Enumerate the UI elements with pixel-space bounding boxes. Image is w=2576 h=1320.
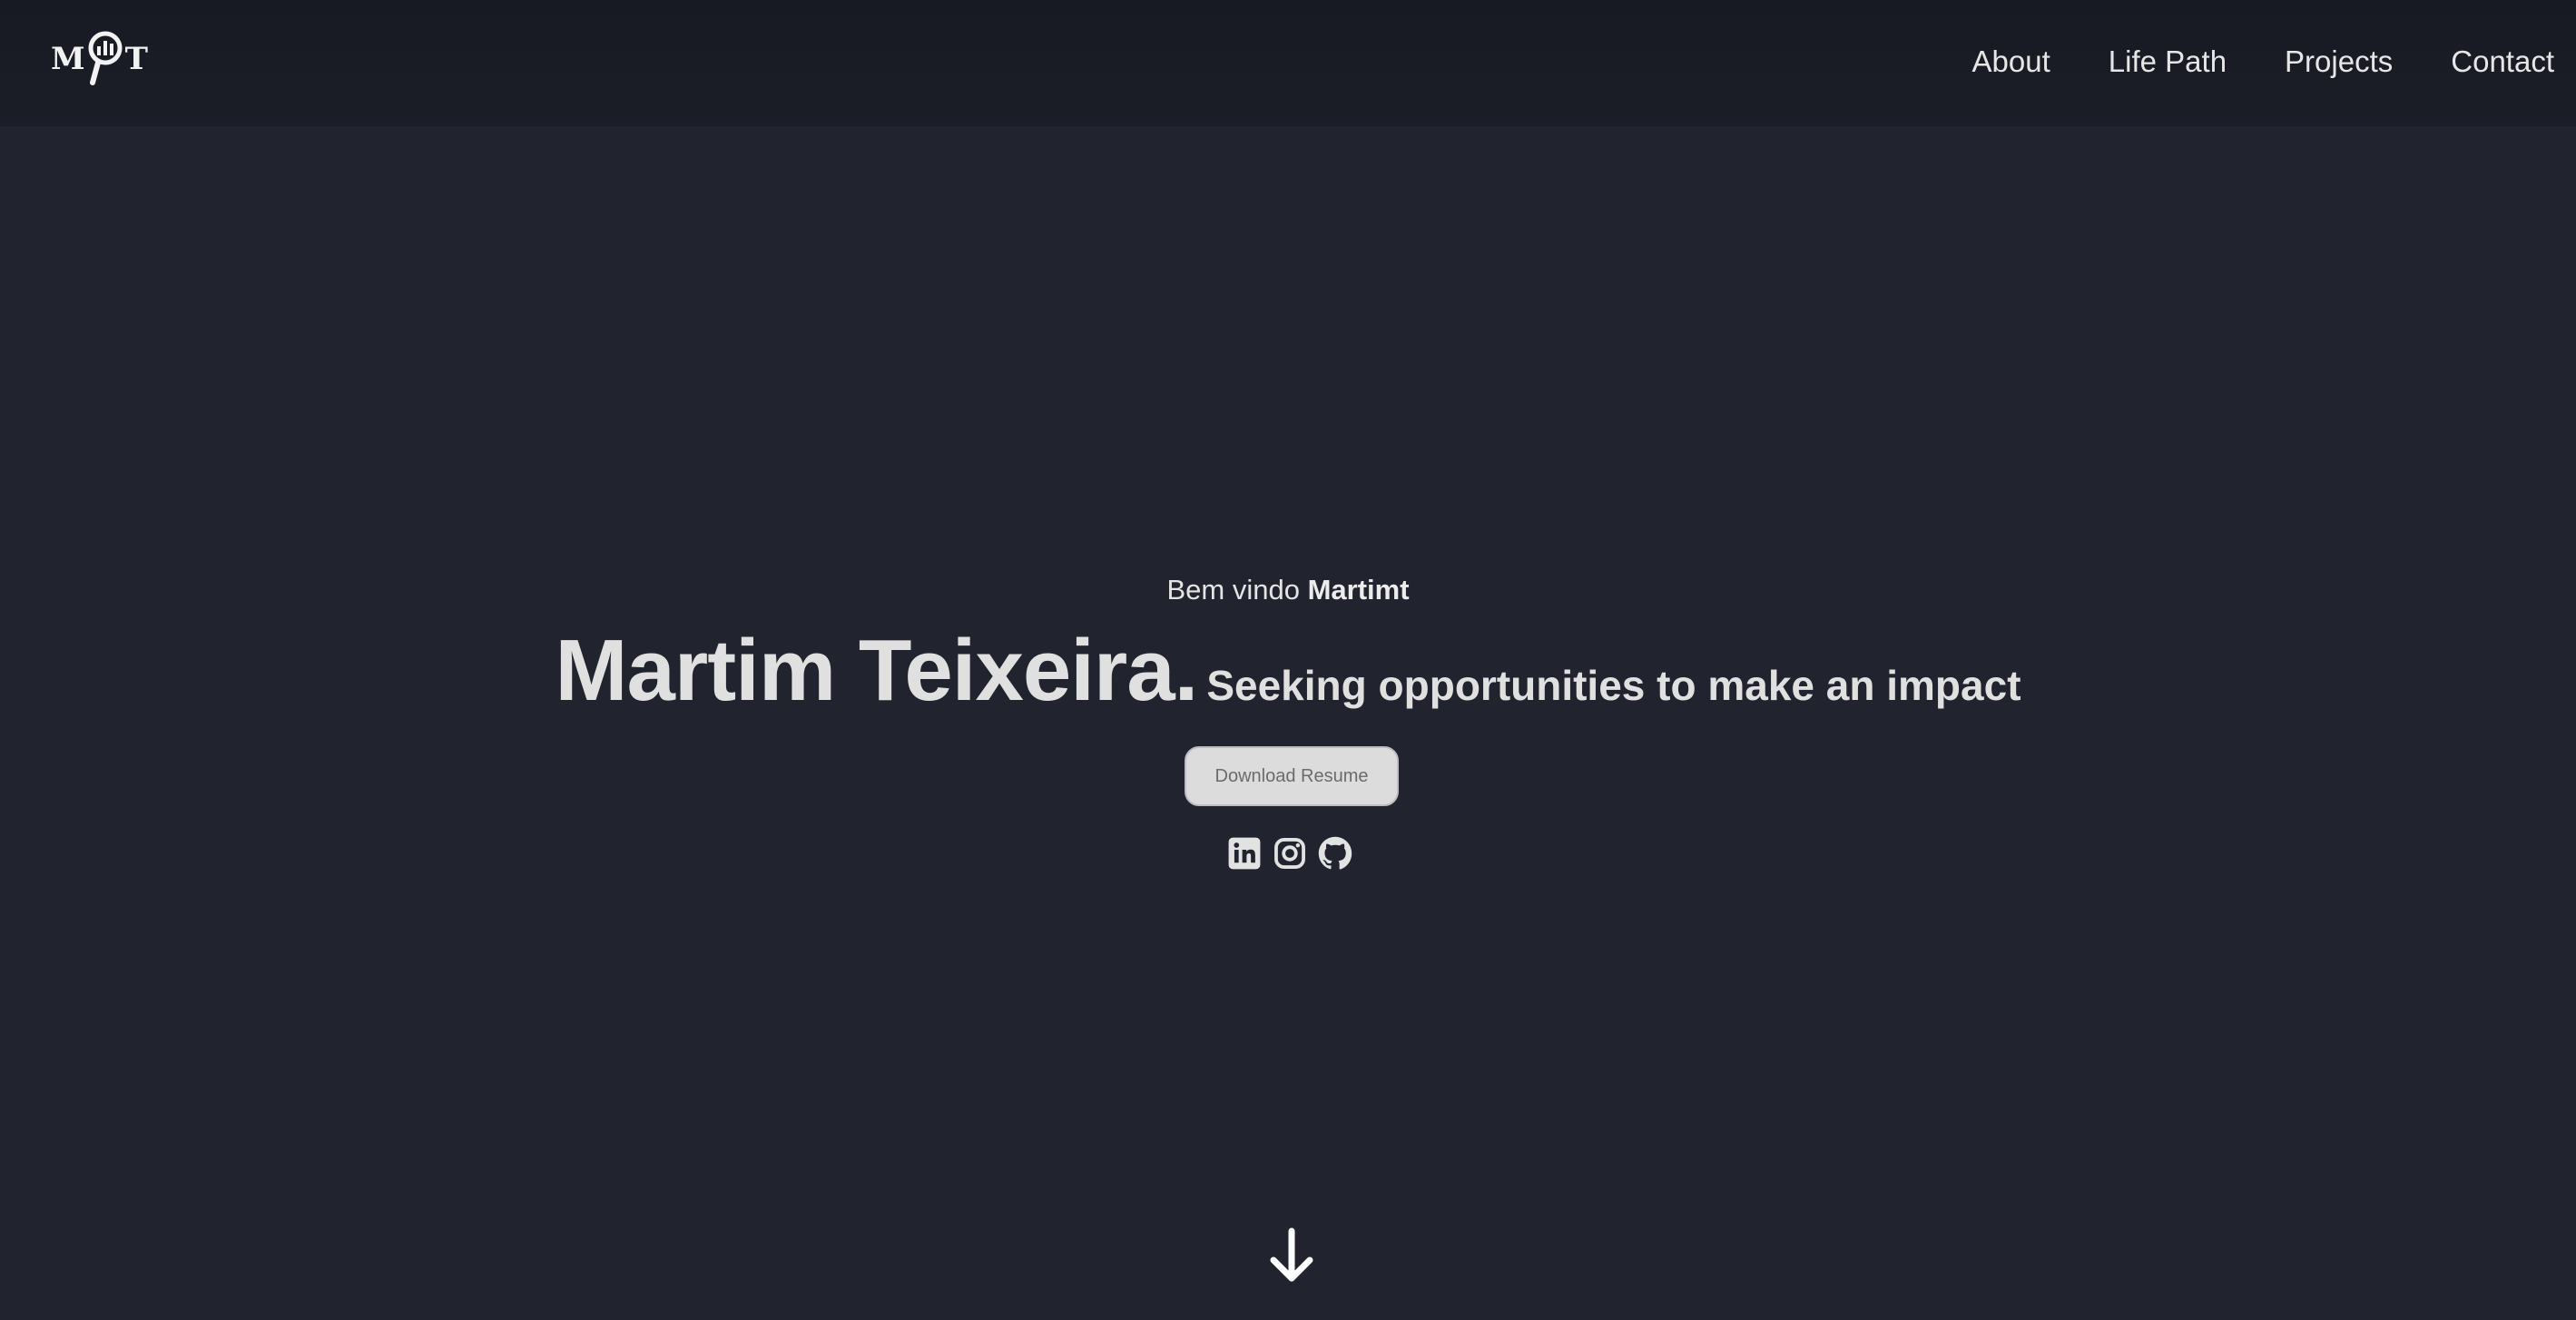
- arrow-down-icon[interactable]: [1267, 1227, 1316, 1286]
- linkedin-icon[interactable]: [1227, 836, 1262, 871]
- magnifier-chart-icon: [87, 30, 123, 88]
- nav-link-contact[interactable]: Contact: [2451, 44, 2554, 79]
- navbar: M T About Life Path Projects Contact: [0, 0, 2576, 127]
- hero-name: Martim Teixeira.: [555, 622, 1198, 719]
- hero-tagline: Seeking opportunities to make an impact: [1206, 662, 2021, 709]
- logo-letter-left: M: [51, 41, 85, 77]
- social-links: [1227, 833, 1352, 873]
- main-nav: About Life Path Projects Contact: [1914, 34, 2554, 89]
- hero-heading: Martim Teixeira. Seeking opportunities to…: [0, 621, 2576, 721]
- github-icon[interactable]: [1318, 836, 1352, 871]
- logo-letter-right: T: [124, 41, 148, 77]
- nav-link-life-path[interactable]: Life Path: [2109, 44, 2227, 79]
- greeting-username: Martimt: [1307, 574, 1410, 606]
- nav-link-about[interactable]: About: [1972, 44, 2050, 79]
- greeting-text: Bem vindo: [1166, 574, 1300, 606]
- download-resume-button[interactable]: Download Resume: [1185, 746, 1399, 806]
- nav-link-projects[interactable]: Projects: [2285, 44, 2393, 79]
- instagram-icon[interactable]: [1273, 836, 1307, 871]
- hero-greeting: Bem vindo Martimt: [0, 574, 2576, 606]
- site-logo[interactable]: M T: [51, 27, 148, 91]
